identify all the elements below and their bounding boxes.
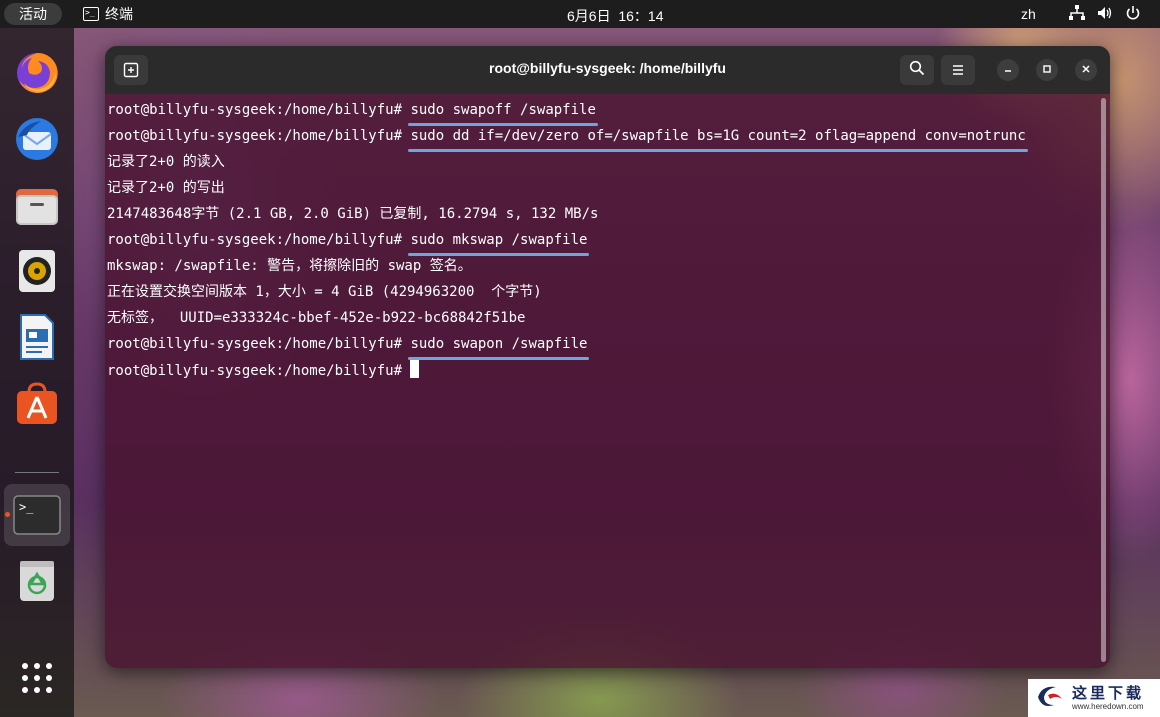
top-bar: 活动 >_ 终端 6月6日 16：14 zh xyxy=(0,0,1160,28)
prompt: root@billyfu-sysgeek:/home/billyfu# xyxy=(107,232,403,248)
dock-separator xyxy=(15,472,59,473)
text-cursor xyxy=(410,360,420,378)
minimize-button[interactable] xyxy=(997,59,1019,81)
search-button[interactable] xyxy=(900,55,934,85)
app-menu-label: 终端 xyxy=(105,6,133,22)
terminal-output-line: 记录了2+0 的写出 xyxy=(107,180,225,196)
close-button[interactable] xyxy=(1075,59,1097,81)
hamburger-icon xyxy=(951,61,965,80)
trash-icon[interactable] xyxy=(12,556,62,606)
prompt: root@billyfu-sysgeek:/home/billyfu# xyxy=(107,363,403,379)
terminal-line: root@billyfu-sysgeek:/home/billyfu# sudo… xyxy=(107,100,599,126)
terminal-output-line: 2147483648字节 (2.1 GB, 2.0 GiB) 已复制, 16.2… xyxy=(107,206,599,222)
app-center-icon[interactable] xyxy=(12,378,62,428)
minimize-icon xyxy=(1003,63,1013,77)
terminal-app-icon: >_ xyxy=(83,7,99,21)
show-apps-icon[interactable] xyxy=(12,653,62,703)
menu-button[interactable] xyxy=(941,55,975,85)
terminal-icon[interactable]: >_ xyxy=(12,490,62,540)
terminal-output-line: 记录了2+0 的读入 xyxy=(107,154,225,170)
terminal-output[interactable]: root@billyfu-sysgeek:/home/billyfu# sudo… xyxy=(107,96,1097,666)
firefox-icon[interactable] xyxy=(12,48,62,98)
terminal-line: root@billyfu-sysgeek:/home/billyfu# sudo… xyxy=(107,230,590,256)
system-tray[interactable] xyxy=(1068,4,1142,22)
network-icon xyxy=(1068,4,1086,22)
terminal-output-line: mkswap: /swapfile: 警告，将擦除旧的 swap 签名。 xyxy=(107,258,472,274)
watermark-title: 这里下载 xyxy=(1072,684,1145,702)
highlighted-command: sudo swapon /swapfile xyxy=(408,336,590,360)
scrollbar[interactable] xyxy=(1101,98,1106,662)
writer-icon[interactable] xyxy=(12,312,62,362)
files-icon[interactable] xyxy=(12,180,62,230)
watermark-logo-icon xyxy=(1034,681,1064,715)
power-icon xyxy=(1124,4,1142,22)
app-menu[interactable]: >_ 终端 xyxy=(83,4,133,24)
maximize-icon xyxy=(1042,63,1052,77)
input-method-indicator[interactable]: zh xyxy=(1021,6,1036,22)
highlighted-command: sudo dd if=/dev/zero of=/swapfile bs=1G … xyxy=(408,128,1029,152)
close-icon xyxy=(1081,63,1091,77)
watermark: 这里下载 www.heredown.com xyxy=(1028,679,1160,717)
terminal-window[interactable]: root@billyfu-sysgeek: /home/billyfu root… xyxy=(105,46,1110,668)
watermark-url: www.heredown.com xyxy=(1072,702,1144,711)
running-indicator xyxy=(5,512,10,517)
clock[interactable]: 6月6日 16：14 xyxy=(567,6,664,26)
rhythmbox-icon[interactable] xyxy=(12,246,62,296)
thunderbird-icon[interactable] xyxy=(12,114,62,164)
terminal-output-line: 正在设置交换空间版本 1，大小 = 4 GiB (4294963200 个字节) xyxy=(107,284,542,300)
highlighted-command: sudo swapoff /swapfile xyxy=(408,102,599,126)
maximize-button[interactable] xyxy=(1036,59,1058,81)
search-icon xyxy=(909,60,925,80)
highlighted-command: sudo mkswap /swapfile xyxy=(408,232,590,256)
prompt: root@billyfu-sysgeek:/home/billyfu# xyxy=(107,336,403,352)
terminal-line: root@billyfu-sysgeek:/home/billyfu# xyxy=(107,360,420,380)
prompt: root@billyfu-sysgeek:/home/billyfu# xyxy=(107,128,403,144)
volume-icon xyxy=(1096,4,1114,22)
terminal-output-line: 无标签， UUID=e333324c-bbef-452e-b922-bc6884… xyxy=(107,310,526,326)
prompt: root@billyfu-sysgeek:/home/billyfu# xyxy=(107,102,403,118)
activities-button[interactable]: 活动 xyxy=(4,3,62,25)
terminal-line: root@billyfu-sysgeek:/home/billyfu# sudo… xyxy=(107,334,590,360)
dock: >_ xyxy=(0,28,74,717)
window-headerbar: root@billyfu-sysgeek: /home/billyfu xyxy=(105,46,1110,94)
svg-text:>_: >_ xyxy=(19,500,34,514)
terminal-line: root@billyfu-sysgeek:/home/billyfu# sudo… xyxy=(107,126,1029,152)
